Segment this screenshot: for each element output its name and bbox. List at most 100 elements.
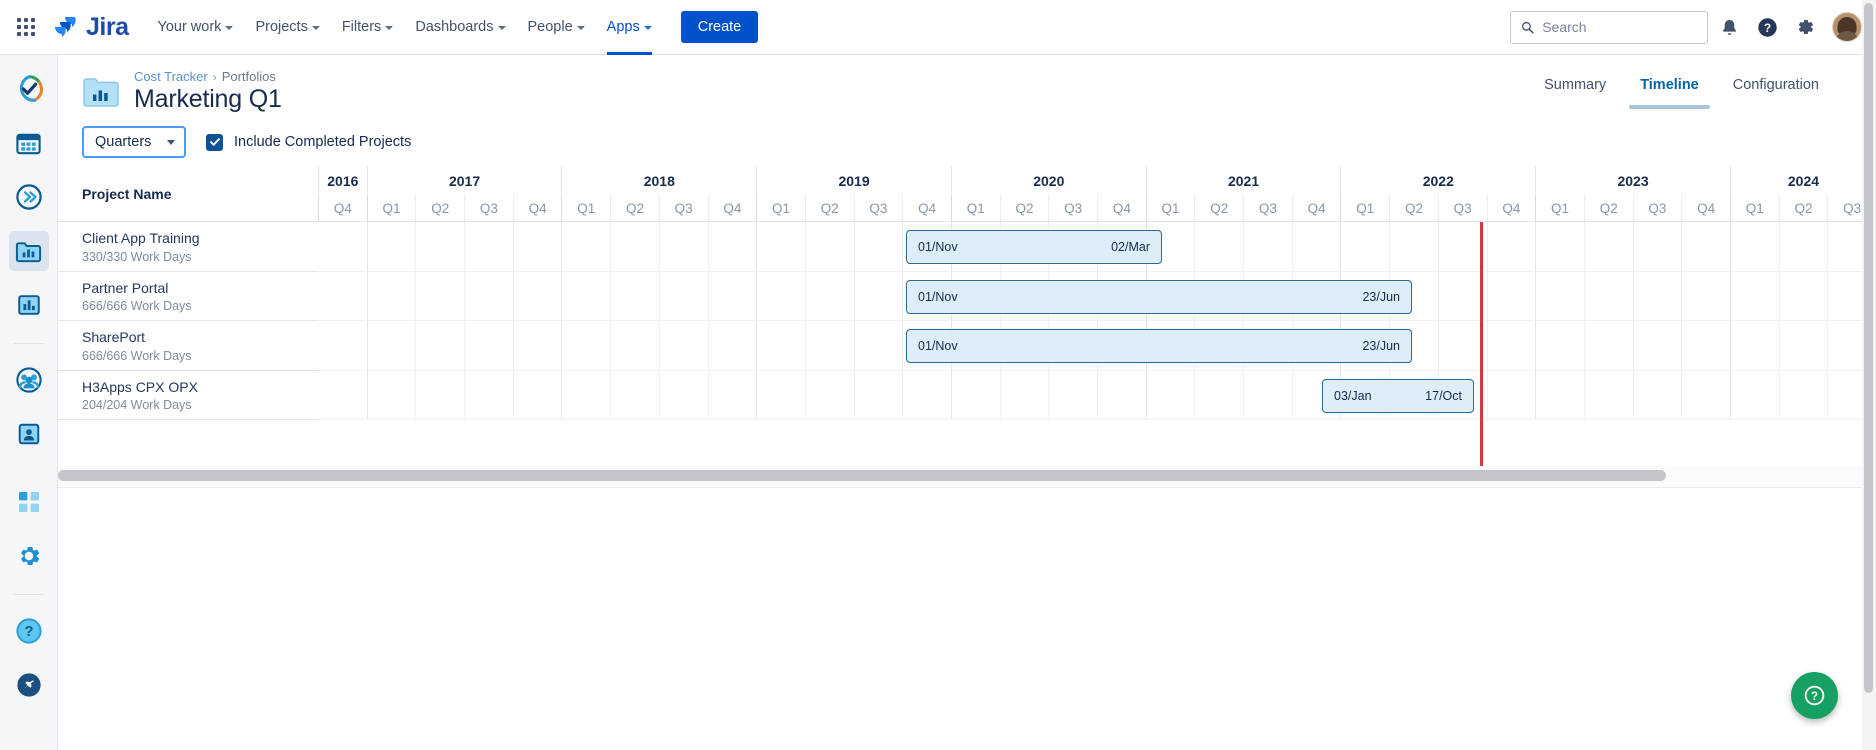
sidebar-item-portfolios[interactable]	[8, 231, 49, 271]
project-name-cell[interactable]: Partner Portal 666/666 Work Days	[58, 271, 318, 321]
settings-button[interactable]	[1788, 10, 1822, 44]
zoom-level-select[interactable]: Quarters	[82, 126, 186, 158]
sidebar-item-help[interactable]: ?	[9, 611, 49, 651]
nav-dashboards[interactable]: Dashboards	[404, 0, 516, 55]
nav-apps[interactable]: Apps	[596, 0, 663, 55]
notifications-bell-icon	[1722, 19, 1736, 35]
year-header-2018: 2018	[561, 166, 756, 195]
nav-dashboards-label: Dashboards	[415, 19, 494, 35]
sidebar-item-settings[interactable]	[9, 536, 49, 576]
table-row[interactable]: SharePort 666/666 Work Days 01/Nov 23/Jun	[58, 321, 1876, 371]
table-row[interactable]: Partner Portal 666/666 Work Days 01/Nov 23/…	[58, 271, 1876, 321]
timeline-bar[interactable]: 01/Nov 23/Jun	[906, 279, 1412, 314]
create-button[interactable]: Create	[680, 11, 759, 43]
nav-your-work[interactable]: Your work	[146, 0, 244, 55]
app-switcher-button[interactable]	[10, 11, 42, 43]
bar-start-date: 01/Nov	[918, 240, 958, 254]
grid-line	[1729, 370, 1731, 419]
breadcrumb-current[interactable]: Portfolios	[222, 69, 276, 84]
include-completed-projects-checkbox[interactable]: Include Completed Projects	[206, 133, 411, 151]
year-header-2017: 2017	[366, 166, 562, 195]
grid-line	[658, 222, 660, 271]
page-scrollbar-thumb[interactable]	[1864, 3, 1873, 693]
grid-line	[1632, 321, 1634, 370]
grid-line	[707, 370, 709, 419]
grid-line	[1632, 271, 1634, 320]
sidebar-item-teams[interactable]	[9, 360, 49, 400]
quarter-header-2023-Q4: Q4	[1681, 195, 1730, 222]
project-name-cell[interactable]: H3Apps CPX OPX 204/204 Work Days	[58, 370, 318, 420]
support-help-button[interactable]: ?	[1791, 672, 1838, 719]
sidebar-item-person[interactable]	[9, 414, 49, 454]
grid-line	[1291, 222, 1293, 271]
nav-projects[interactable]: Projects	[244, 0, 330, 55]
sidebar-collapse-pin-button[interactable]	[9, 665, 49, 705]
sidebar-item-apps[interactable]	[9, 482, 49, 522]
grid-line	[707, 271, 709, 320]
table-row[interactable]: Client App Training 330/330 Work Days 01/N…	[58, 222, 1876, 272]
nav-apps-label: Apps	[606, 19, 640, 35]
nav-your-work-label: Your work	[157, 19, 222, 35]
breadcrumb-root[interactable]: Cost Tracker	[134, 69, 208, 84]
grid-line	[415, 370, 417, 419]
sidebar-item-expand[interactable]	[9, 177, 49, 217]
sidebar-item-reports[interactable]	[9, 285, 49, 325]
nav-filters[interactable]: Filters	[331, 0, 404, 55]
page-scrollbar-track[interactable]	[1862, 0, 1876, 750]
grid-line	[1340, 222, 1342, 271]
help-question-icon: ?	[15, 618, 42, 644]
notifications-button[interactable]	[1712, 10, 1746, 44]
grid-line	[1437, 321, 1439, 370]
year-header-row: 2016 2017 2018 2019 2020 2021 2022 2023 2024	[318, 166, 1876, 195]
timeline-bar[interactable]: 03/Jan 17/Oct	[1322, 378, 1474, 413]
sidebar-item-tasks[interactable]	[9, 69, 49, 109]
sidebar-item-calendar[interactable]	[9, 123, 49, 163]
nav-filters-label: Filters	[341, 19, 382, 35]
chevron-down-icon	[497, 26, 506, 30]
quarter-header-2018-Q2: Q2	[610, 195, 659, 222]
quarter-header-2023-Q1: Q1	[1535, 195, 1584, 222]
tab-configuration[interactable]: Configuration	[1716, 67, 1836, 109]
grid-line	[610, 370, 612, 419]
grid-line	[1681, 222, 1683, 271]
timeline-bar[interactable]: 01/Nov 23/Jun	[906, 329, 1412, 363]
people-group-icon	[15, 367, 42, 393]
global-search[interactable]	[1510, 10, 1708, 44]
grid-line	[853, 370, 855, 419]
grid-line	[610, 222, 612, 271]
grid-line	[561, 222, 563, 271]
bar-start-date: 01/Nov	[918, 289, 958, 304]
quarter-header-2018-Q3: Q3	[658, 195, 708, 222]
project-name: SharePort	[82, 329, 146, 345]
quarter-header-2020-Q2: Q2	[999, 195, 1049, 222]
project-name-cell[interactable]: SharePort 666/666 Work Days	[58, 321, 318, 371]
help-button[interactable]: ?	[1750, 10, 1784, 44]
timeline-bar[interactable]: 01/Nov 02/Mar	[906, 230, 1162, 264]
tab-timeline[interactable]: Timeline	[1623, 67, 1716, 109]
left-sidebar: ?	[0, 55, 58, 750]
grid-line	[464, 321, 466, 370]
bar-start-date: 03/Jan	[1334, 388, 1372, 403]
quarter-header-2022-Q3: Q3	[1437, 195, 1487, 222]
quarter-header-2018-Q4: Q4	[707, 195, 757, 222]
search-input[interactable]	[1542, 19, 1697, 35]
tab-summary[interactable]: Summary	[1527, 67, 1623, 109]
year-header-2021: 2021	[1145, 166, 1341, 195]
project-name-column-header: Project Name	[58, 166, 318, 222]
bar-chart-icon	[17, 295, 40, 315]
user-avatar[interactable]	[1832, 12, 1862, 42]
grid-line	[1486, 370, 1488, 419]
grid-line	[1778, 370, 1780, 419]
timeline-horizontal-scrollbar-thumb[interactable]	[58, 470, 1666, 481]
grid-line	[1145, 370, 1147, 419]
year-header-2023: 2023	[1535, 166, 1730, 195]
nav-people[interactable]: People	[517, 0, 596, 55]
chevron-down-icon	[643, 26, 652, 30]
table-row[interactable]: H3Apps CPX OPX 204/204 Work Days 03/Jan 17/…	[58, 370, 1876, 420]
project-name-cell[interactable]: Client App Training 330/330 Work Days	[58, 222, 318, 272]
grid-line	[853, 271, 855, 320]
grid-line	[804, 370, 806, 419]
grid-line	[1486, 271, 1488, 320]
jira-home-logo[interactable]: Jira	[54, 13, 129, 42]
calendar-icon	[16, 133, 41, 154]
